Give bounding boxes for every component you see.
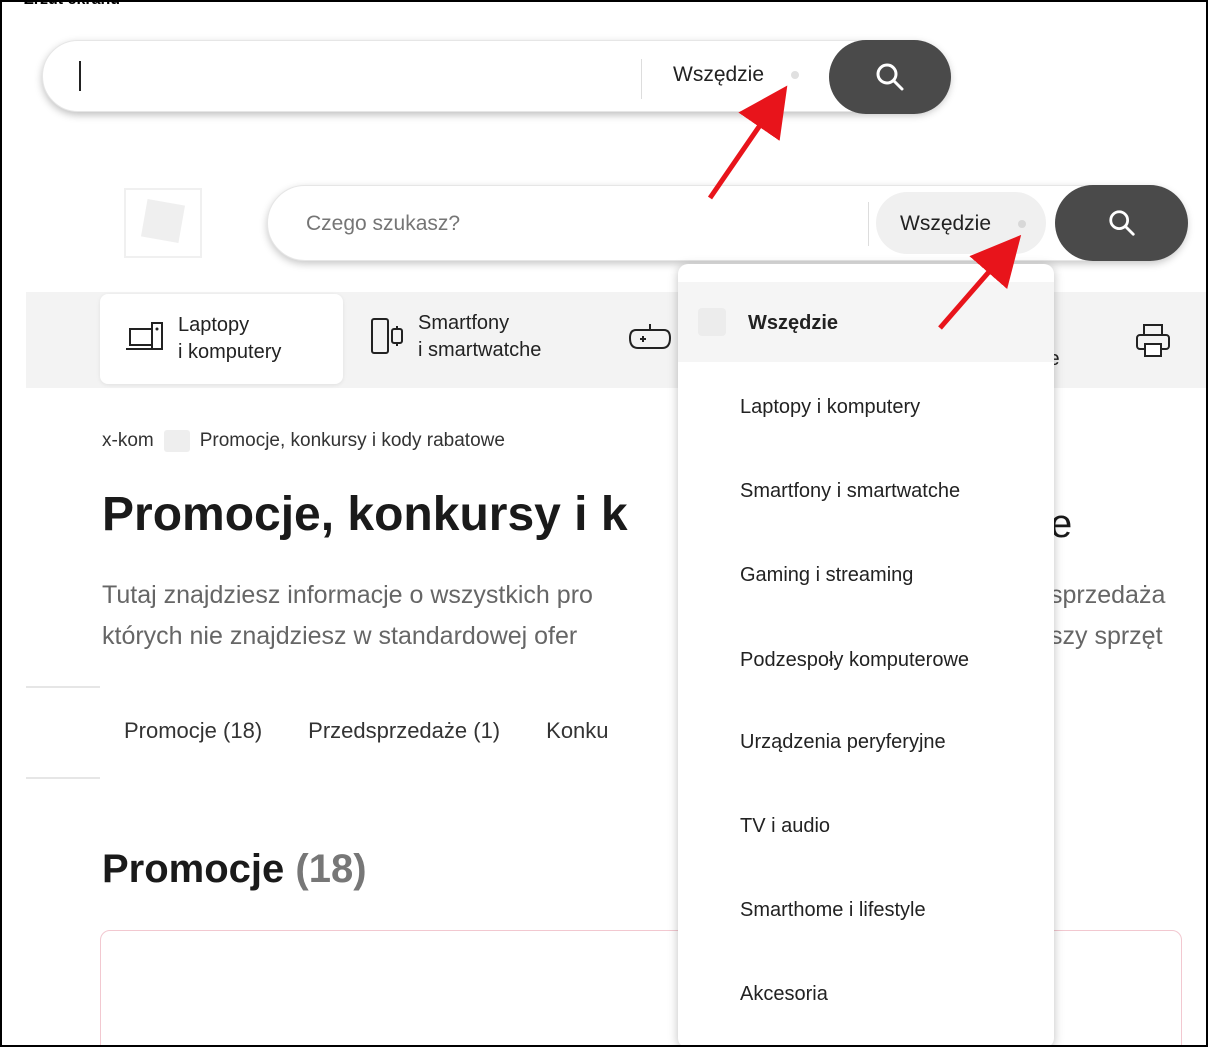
description-line: Tutaj znajdziesz informacje o wszystkich… (102, 581, 593, 609)
search-button[interactable] (1055, 185, 1188, 261)
scope-select-zoomed[interactable]: Wszędzie (673, 63, 764, 87)
search-input[interactable] (306, 204, 846, 244)
tab-presales[interactable]: Przedsprzedaże (1) (308, 718, 500, 744)
page-description-right: sprzedaża szy sprzęt (1050, 575, 1165, 657)
divider (868, 202, 869, 246)
tab-promotions[interactable]: Promocje (18) (124, 718, 262, 744)
category-label-line1: Smartfony (418, 312, 510, 334)
search-bar: Wszędzie (267, 185, 1188, 261)
dropdown-item-label: Smarthome i lifestyle (740, 899, 926, 921)
dropdown-item-label: Laptopy i komputery (740, 396, 921, 418)
tab-contests[interactable]: Konku (546, 718, 608, 744)
printer-icon (1136, 324, 1170, 357)
search-icon (1108, 210, 1135, 236)
section-count: (18) (295, 847, 367, 891)
category-gaming[interactable] (628, 322, 672, 352)
search-icon (876, 63, 904, 91)
category-laptops[interactable]: Laptopy i komputery (100, 294, 343, 384)
category-smartphones[interactable]: Smartfony i smartwatche (370, 310, 541, 364)
dropdown-item-label: Podzespoły komputerowe (740, 649, 970, 671)
dropdown-item-label: TV i audio (740, 815, 831, 837)
tab-bar: Promocje (18) Przedsprzedaże (1) Konku (124, 718, 609, 744)
screenshot-frame: Zrzut ekranu Wszędzie Wszędzie (0, 0, 1208, 1047)
category-printers[interactable] (1134, 322, 1172, 360)
breadcrumb: x-kom Promocje, konkursy i kody rabatowe (102, 430, 505, 452)
category-icon (698, 308, 726, 336)
breadcrumb-current: Promocje, konkursy i kody rabatowe (199, 430, 505, 451)
page-title: Promocje, konkursy i k (102, 488, 628, 541)
category-label-line2: i smartwatche (418, 339, 542, 361)
page-description: Tutaj znajdziesz informacje o wszystkich… (102, 575, 593, 657)
breadcrumb-separator-icon (163, 430, 190, 452)
dropdown-item-label: Smartfony i smartwatche (740, 480, 961, 502)
search-bar-zoomed: Wszędzie (42, 40, 951, 114)
search-input-zoomed[interactable] (83, 57, 623, 97)
caption: Zrzut ekranu (24, 2, 120, 9)
laptop-icon (126, 322, 163, 350)
scope-dot-icon (1018, 220, 1026, 228)
scope-dot-icon (791, 71, 799, 79)
dropdown-item-label: Urządzenia peryferyjne (740, 731, 946, 753)
arrow-icon (707, 85, 788, 200)
breadcrumb-home[interactable]: x-kom (102, 430, 154, 452)
description-line: sprzedaża (1050, 581, 1166, 609)
dropdown-item-all[interactable]: Wszędzie (678, 282, 1054, 362)
dropdown-item-label: Akcesoria (740, 983, 828, 1005)
description-line: których nie znajdziesz w standardowej of… (102, 622, 578, 650)
description-line: szy sprzęt (1050, 622, 1163, 650)
gamepad-icon (628, 324, 672, 349)
scope-select-label[interactable]: Wszędzie (900, 212, 991, 236)
divider (26, 686, 100, 688)
section-title: Promocje (18) (102, 847, 367, 892)
dropdown-item-label: Wszędzie (748, 312, 839, 334)
category-label-line2: i komputery (178, 341, 282, 363)
logo-icon[interactable] (124, 188, 202, 258)
divider (26, 777, 100, 779)
text-caret (79, 61, 81, 91)
search-button-zoomed[interactable] (829, 40, 951, 114)
dropdown-item-label: Gaming i streaming (740, 564, 914, 586)
section-title-text: Promocje (102, 847, 285, 891)
smartphone-icon (371, 318, 403, 354)
category-label-line1: Laptopy (178, 314, 250, 336)
scope-dropdown: Wszędzie Laptopy i komputery Smartfony i… (678, 264, 1054, 1045)
divider (641, 59, 642, 99)
